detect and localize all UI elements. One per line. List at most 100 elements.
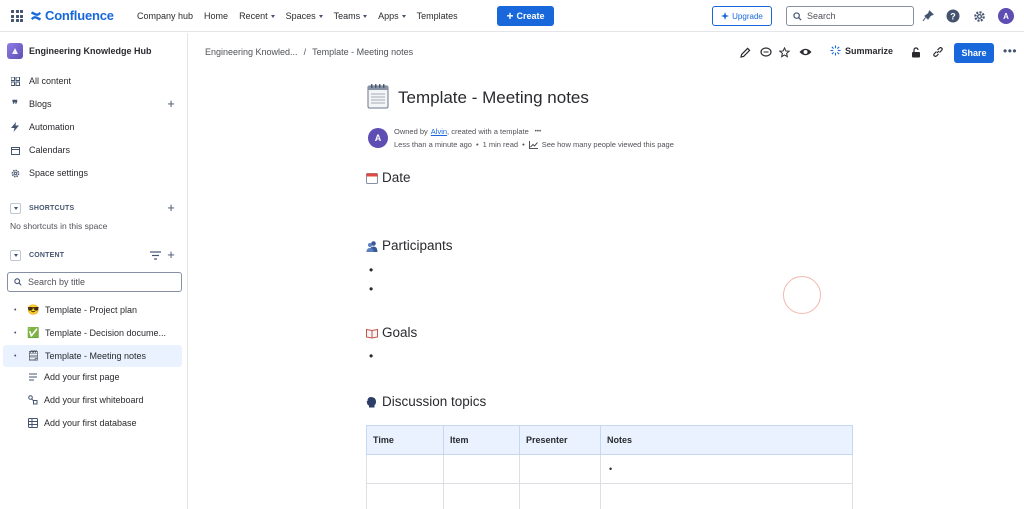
nav-spaces[interactable]: Spaces [286,11,323,21]
breadcrumb-space-link[interactable]: Engineering Knowled... [205,47,298,57]
add-shortcut-plus-icon[interactable]: + [166,201,176,214]
breadcrumb: Engineering Knowled... / Template - Meet… [205,47,413,57]
search-by-title-input[interactable] [28,277,178,287]
table-cell[interactable] [600,483,853,509]
more-actions-icon[interactable]: ••• [1003,45,1017,57]
filter-icon[interactable] [150,251,161,260]
goals-heading: Goals [366,325,417,340]
table-cell[interactable]: • [600,454,853,484]
page-lines-icon [29,373,37,381]
sidebar-item-calendars[interactable]: Calendars [10,143,70,157]
sidebar-item-automation[interactable]: Automation [10,120,75,134]
people-emoji-icon [366,240,378,252]
owner-link[interactable]: Alvin [431,127,447,136]
notepad-emoji-icon [367,84,389,109]
page-title: Template - Meeting notes [398,88,589,107]
table-header-row: Time Item Presenter Notes [366,425,853,455]
participant-bullet[interactable]: • [369,283,373,295]
app-switcher-icon[interactable] [11,10,23,22]
edit-pencil-icon[interactable] [738,44,752,60]
discussion-topics-heading: Discussion topics [366,394,486,409]
plus-icon: + [506,8,514,23]
nav-company-hub[interactable]: Company hub [137,11,193,21]
share-button[interactable]: Share [954,43,994,63]
tree-bullet-icon: • [14,306,17,314]
global-search[interactable] [786,6,914,26]
sunglasses-emoji-icon: 😎 [27,304,40,316]
table-cell[interactable] [519,483,601,509]
watch-eye-icon[interactable] [798,44,812,60]
table-header: Presenter [519,425,601,455]
lightning-icon [10,122,20,132]
database-icon [28,418,38,428]
tree-bullet-icon: • [14,352,17,360]
upgrade-button[interactable]: Upgrade [712,6,772,26]
table-cell[interactable] [366,454,444,484]
nav-home[interactable]: Home [204,11,228,21]
sidebar-item-all-content[interactable]: All content [10,74,71,88]
space-header[interactable]: Engineering Knowledge Hub [7,43,152,59]
shortcuts-section-toggle[interactable]: SHORTCUTS [10,203,74,214]
table-header: Time [366,425,444,455]
byline-more-icon[interactable]: ••• [535,129,541,135]
chevron-down-icon [363,14,368,18]
restrictions-lock-icon[interactable] [909,44,923,60]
notifications-icon[interactable] [920,8,936,24]
nav-apps[interactable]: Apps [378,11,406,21]
table-cell[interactable] [443,454,520,484]
add-first-whiteboard[interactable]: Add your first whiteboard [28,395,144,405]
main-nav: Company hub Home Recent Spaces Teams App… [137,0,469,32]
chevron-down-icon [270,14,275,18]
click-indicator-ring [783,276,821,314]
sidebar-item-space-settings[interactable]: Space settings [10,166,88,180]
table-cell[interactable] [366,483,444,509]
chevron-down-icon [10,250,21,261]
grid-icon [10,76,20,86]
tree-item-project-plan[interactable]: • 😎 Template - Project plan [3,299,182,321]
date-heading: Date [366,170,411,185]
nav-teams[interactable]: Teams [334,11,368,21]
create-button[interactable]: + Create [497,6,554,26]
chevron-down-icon [318,14,323,18]
sidebar: Engineering Knowledge Hub All content ❞ … [0,33,188,509]
speaking-head-emoji-icon [366,396,376,407]
sidebar-search[interactable] [7,272,182,292]
table-cell[interactable] [519,454,601,484]
add-blog-plus-icon[interactable]: + [166,97,176,110]
add-content-plus-icon[interactable]: + [166,248,176,261]
sidebar-item-blogs[interactable]: ❞ Blogs [10,97,51,111]
confluence-logo-icon [31,10,41,21]
add-first-page[interactable]: Add your first page [28,372,120,382]
add-first-database[interactable]: Add your first database [28,418,137,428]
help-icon[interactable]: ? [945,8,961,24]
search-icon [793,11,802,21]
user-avatar[interactable]: A [998,8,1014,24]
star-icon[interactable] [777,44,791,60]
search-input[interactable] [807,11,902,21]
discussion-topics-table[interactable]: Time Item Presenter Notes • [366,425,853,509]
chevron-down-icon [401,14,406,18]
breadcrumb-separator: / [303,47,307,57]
page-views-link[interactable]: See how many people viewed this page [542,140,674,149]
confluence-logo[interactable]: Confluence [30,8,114,23]
calendar-icon [10,145,20,155]
goal-bullet[interactable]: • [369,350,373,362]
nav-templates[interactable]: Templates [417,11,458,21]
participant-bullet[interactable]: • [369,264,373,276]
tree-item-decision-document[interactable]: • ✅ Template - Decision docume... [3,322,182,344]
breadcrumb-page-link[interactable]: Template - Meeting notes [312,47,413,57]
nav-recent[interactable]: Recent [239,11,275,21]
content-section-toggle[interactable]: CONTENT [10,250,64,261]
table-cell[interactable] [443,483,520,509]
notepad-emoji-icon: 🗒 [27,350,40,362]
whiteboard-icon [28,395,38,405]
settings-gear-icon[interactable] [971,8,987,24]
copy-link-icon[interactable] [931,44,945,60]
comment-icon[interactable] [759,44,773,60]
table-row: • [366,454,853,484]
table-header: Notes [600,425,853,455]
tree-item-meeting-notes[interactable]: • 🗒 Template - Meeting notes [3,345,182,367]
search-icon [14,278,22,286]
owner-avatar[interactable]: A [368,128,388,148]
summarize-button[interactable]: Summarize [830,45,893,56]
